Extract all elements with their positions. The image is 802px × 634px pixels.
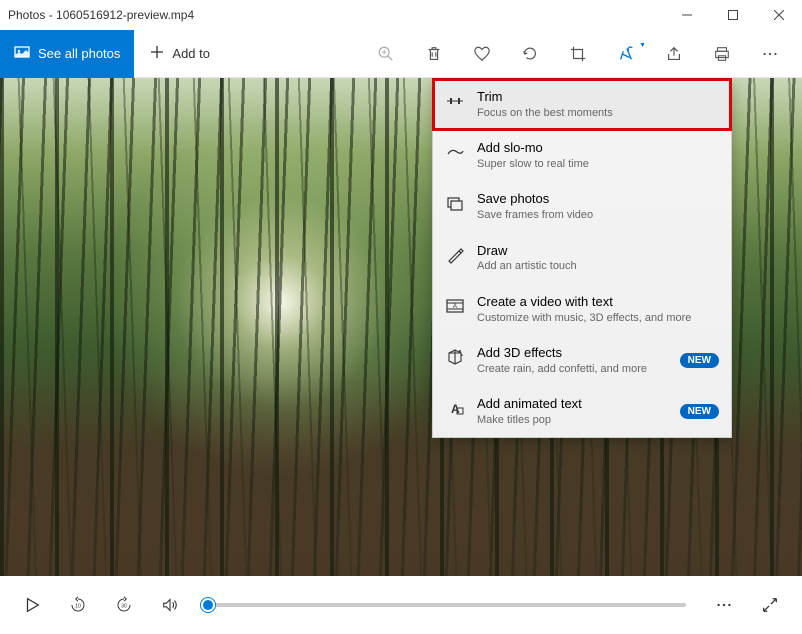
menu-title: Add animated text xyxy=(477,396,668,413)
see-all-photos-button[interactable]: See all photos xyxy=(0,30,134,78)
share-button[interactable] xyxy=(650,30,698,78)
toolbar-actions: ▼ xyxy=(362,30,802,78)
crop-button[interactable] xyxy=(554,30,602,78)
fullscreen-button[interactable] xyxy=(750,585,790,625)
frames-icon xyxy=(445,193,465,213)
more-button[interactable] xyxy=(746,30,794,78)
menu-title: Add slo-mo xyxy=(477,140,719,157)
skip-forward-button[interactable]: 30 xyxy=(104,585,144,625)
menu-title: Create a video with text xyxy=(477,294,719,311)
menu-title: Trim xyxy=(477,89,719,106)
menu-title: Save photos xyxy=(477,191,719,208)
more-playback-button[interactable] xyxy=(704,585,744,625)
photos-icon xyxy=(14,44,30,63)
menu-title: Add 3D effects xyxy=(477,345,668,362)
menu-sub: Create rain, add confetti, and more xyxy=(477,362,668,376)
menu-sub: Save frames from video xyxy=(477,208,719,222)
animated-text-icon: A xyxy=(445,398,465,418)
menu-title: Draw xyxy=(477,243,719,260)
window-title: Photos - 1060516912-preview.mp4 xyxy=(8,8,664,22)
menu-item-video-text[interactable]: A Create a video with text Customize wit… xyxy=(433,284,731,335)
play-button[interactable] xyxy=(12,585,52,625)
skip-back-button[interactable]: 10 xyxy=(58,585,98,625)
effects-3d-icon xyxy=(445,347,465,367)
video-viewer: Trim Focus on the best moments Add slo-m… xyxy=(0,78,802,576)
svg-text:30: 30 xyxy=(121,603,127,609)
menu-sub: Focus on the best moments xyxy=(477,106,719,120)
menu-sub: Customize with music, 3D effects, and mo… xyxy=(477,311,719,325)
menu-item-slomo[interactable]: Add slo-mo Super slow to real time xyxy=(433,130,731,181)
maximize-button[interactable] xyxy=(710,0,756,30)
menu-item-3d-effects[interactable]: Add 3D effects Create rain, add confetti… xyxy=(433,335,731,386)
close-button[interactable] xyxy=(756,0,802,30)
menu-item-animated-text[interactable]: A Add animated text Make titles pop NEW xyxy=(433,386,731,437)
volume-button[interactable] xyxy=(150,585,190,625)
delete-button[interactable] xyxy=(410,30,458,78)
trim-icon xyxy=(445,91,465,111)
chevron-down-icon: ▼ xyxy=(639,42,646,49)
seek-bar[interactable] xyxy=(208,603,686,607)
window-controls xyxy=(664,0,802,30)
edit-dropdown: Trim Focus on the best moments Add slo-m… xyxy=(432,78,732,438)
titlebar: Photos - 1060516912-preview.mp4 xyxy=(0,0,802,30)
rotate-button[interactable] xyxy=(506,30,554,78)
menu-item-save-photos[interactable]: Save photos Save frames from video xyxy=(433,181,731,232)
slomo-icon xyxy=(445,142,465,162)
svg-text:A: A xyxy=(453,304,457,310)
menu-sub: Add an artistic touch xyxy=(477,259,719,273)
toolbar: See all photos Add to ▼ xyxy=(0,30,802,78)
plus-icon xyxy=(150,45,164,62)
menu-item-draw[interactable]: Draw Add an artistic touch xyxy=(433,233,731,284)
zoom-button[interactable] xyxy=(362,30,410,78)
add-to-button[interactable]: Add to xyxy=(134,30,226,78)
menu-sub: Super slow to real time xyxy=(477,157,719,171)
minimize-button[interactable] xyxy=(664,0,710,30)
print-button[interactable] xyxy=(698,30,746,78)
favorite-button[interactable] xyxy=(458,30,506,78)
edit-create-button[interactable]: ▼ xyxy=(602,30,650,78)
draw-icon xyxy=(445,245,465,265)
svg-text:10: 10 xyxy=(75,603,81,609)
menu-item-trim[interactable]: Trim Focus on the best moments xyxy=(433,79,731,130)
seek-thumb[interactable] xyxy=(201,598,215,612)
menu-sub: Make titles pop xyxy=(477,413,668,427)
playback-controls: 10 30 xyxy=(0,576,802,634)
see-all-label: See all photos xyxy=(38,46,120,61)
add-to-label: Add to xyxy=(172,46,210,61)
new-badge: NEW xyxy=(680,353,719,368)
new-badge: NEW xyxy=(680,404,719,419)
video-text-icon: A xyxy=(445,296,465,316)
